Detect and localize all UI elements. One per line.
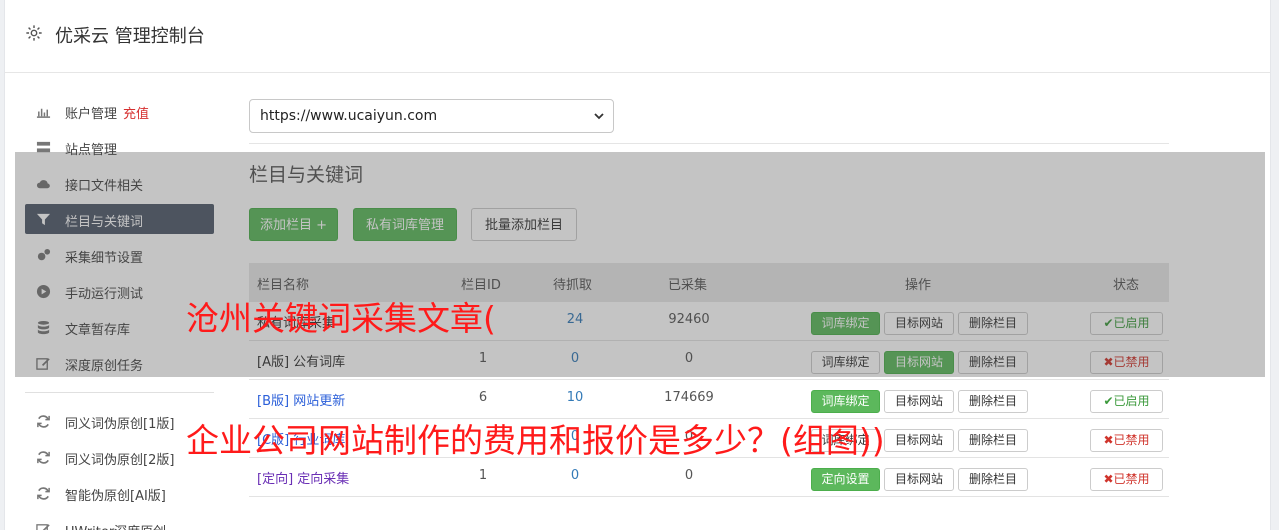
pending-count[interactable]: 10 xyxy=(545,390,605,405)
recharge-link[interactable]: 充值 xyxy=(123,107,149,122)
sidebar-item-label: 账户管理 xyxy=(65,107,118,122)
x-icon: ✖ xyxy=(1103,472,1114,486)
check-icon: ✔ xyxy=(1103,394,1114,408)
watermark-text: 沧州关键词采集文章( xyxy=(186,299,496,338)
sidebar-item-uwriter[interactable]: UWriter深度原创 xyxy=(25,514,214,530)
bind-lib-button[interactable]: 词库绑定 xyxy=(811,390,880,413)
page-title: 优采云 管理控制台 xyxy=(55,26,205,47)
status-toggle[interactable]: ✖已禁用 xyxy=(1090,429,1163,452)
directed-settings-button[interactable]: 定向设置 xyxy=(811,468,880,491)
target-site-button[interactable]: 目标网站 xyxy=(884,429,954,452)
refresh-icon xyxy=(37,415,50,428)
refresh-icon xyxy=(37,451,50,464)
status-label: 已启用 xyxy=(1113,394,1150,408)
sidebar-item-label: 智能伪原创[AI版] xyxy=(65,489,166,504)
gear-icon xyxy=(26,25,42,41)
pending-count[interactable]: 0 xyxy=(545,468,605,483)
status-toggle[interactable]: ✖已禁用 xyxy=(1090,468,1163,491)
site-select-value: https://www.ucaiyun.com xyxy=(260,108,438,124)
target-site-button[interactable]: 目标网站 xyxy=(884,390,954,413)
bar-chart-icon xyxy=(36,108,51,118)
chevron-down-icon xyxy=(594,113,604,120)
status-toggle[interactable]: ✔已启用 xyxy=(1090,390,1163,413)
sidebar-divider xyxy=(25,392,214,393)
x-icon: ✖ xyxy=(1103,433,1114,447)
sidebar-item-account[interactable]: 账户管理 充值 xyxy=(25,96,214,126)
column-name: [定向] 定向采集 xyxy=(257,472,350,487)
delete-column-button[interactable]: 删除栏目 xyxy=(958,390,1028,413)
delete-column-button[interactable]: 删除栏目 xyxy=(958,429,1028,452)
table-row: [定向] 定向采集 1 0 0 定向设置 目标网站 删除栏目 ✖已禁用 xyxy=(249,458,1169,497)
refresh-icon xyxy=(37,487,50,500)
status-label: 已禁用 xyxy=(1113,433,1150,447)
sidebar-item-label: 同义词伪原创[1版] xyxy=(65,417,175,432)
column-id: 1 xyxy=(478,468,488,483)
divider xyxy=(249,143,1169,144)
collected-count: 174669 xyxy=(664,390,714,405)
sidebar-item-ai-original[interactable]: 智能伪原创[AI版] xyxy=(25,478,214,508)
collected-count: 0 xyxy=(684,468,694,483)
status-label: 已禁用 xyxy=(1113,472,1150,486)
sidebar-item-label: 同义词伪原创[2版] xyxy=(65,453,175,468)
column-id: 6 xyxy=(478,390,488,405)
column-name: [B版] 网站更新 xyxy=(257,394,346,409)
sidebar-item-label: UWriter深度原创 xyxy=(65,521,166,530)
delete-column-button[interactable]: 删除栏目 xyxy=(958,468,1028,491)
edit-icon xyxy=(36,524,50,530)
watermark-text: 企业公司网站制作的费用和报价是多少？(组图)) xyxy=(186,421,885,460)
top-bar: 优采云 管理控制台 xyxy=(5,0,1270,73)
target-site-button[interactable]: 目标网站 xyxy=(884,468,954,491)
site-select[interactable]: https://www.ucaiyun.com xyxy=(249,99,614,133)
gray-overlay xyxy=(15,152,1265,377)
